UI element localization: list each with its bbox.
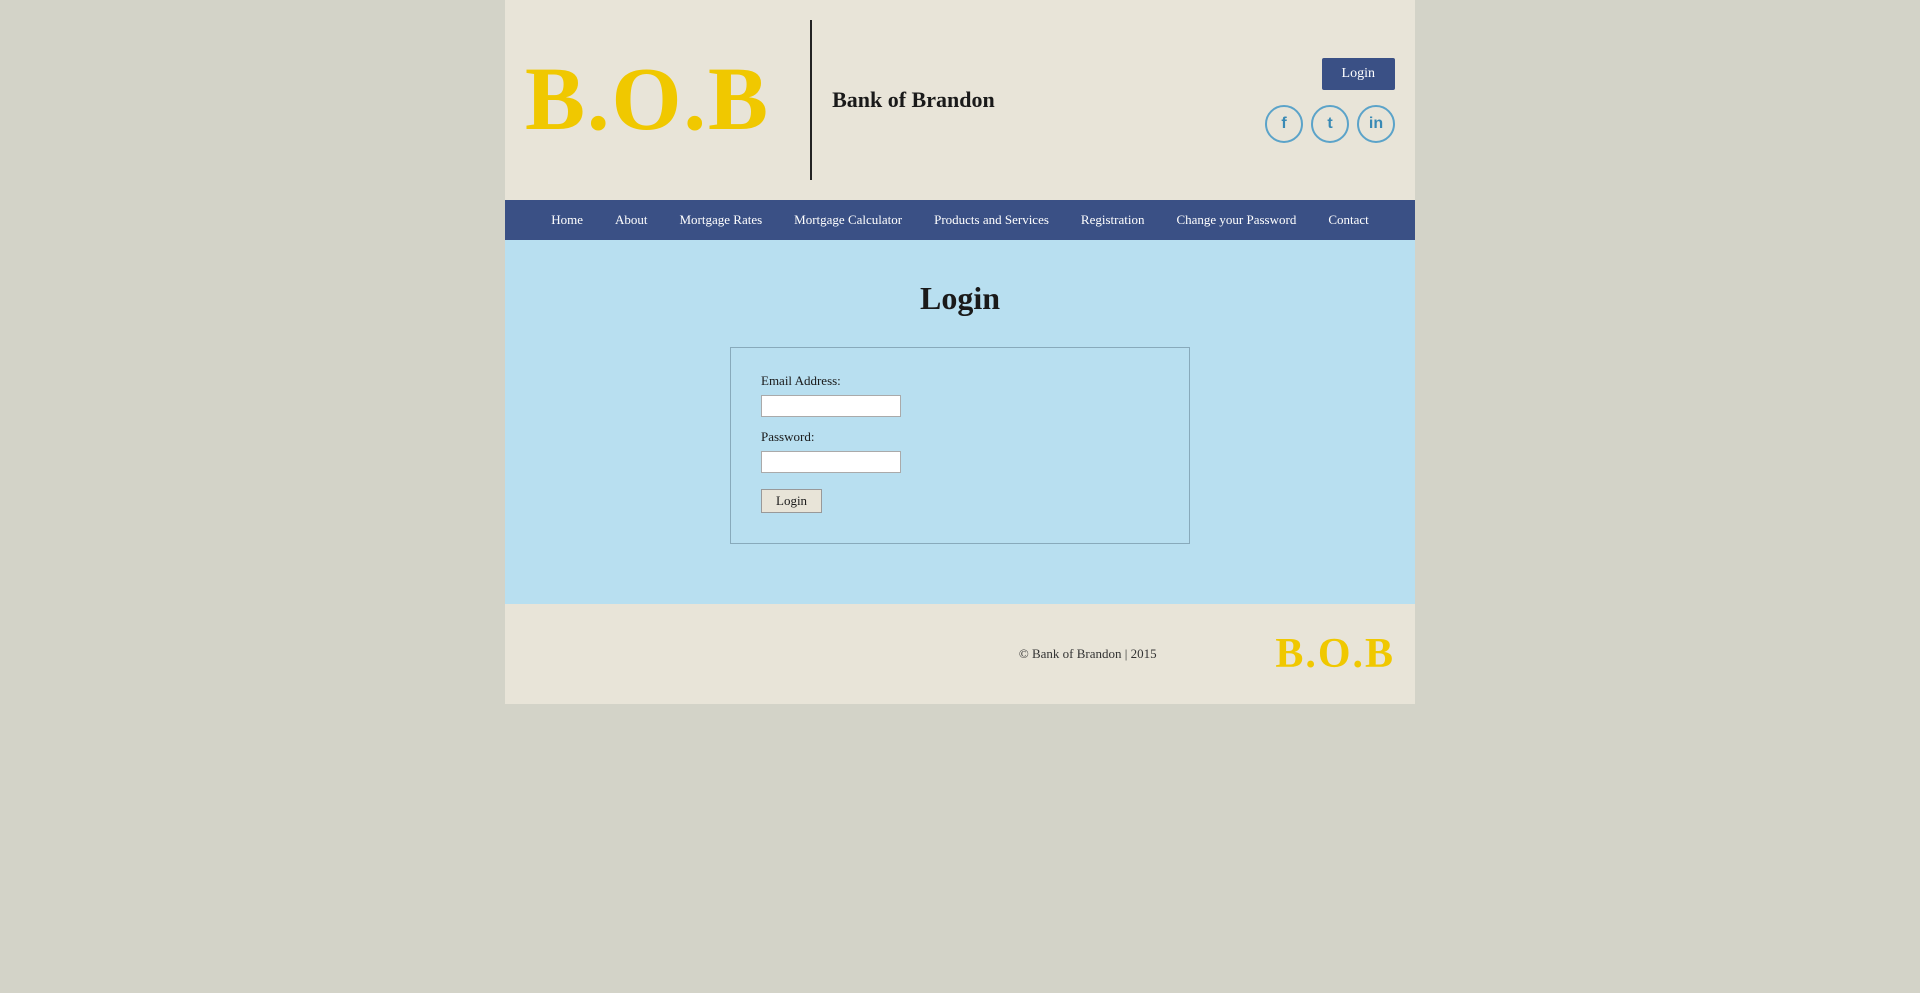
nav-mortgage-rates[interactable]: Mortgage Rates: [663, 200, 778, 240]
email-input[interactable]: [761, 395, 901, 417]
password-input[interactable]: [761, 451, 901, 473]
nav-change-password[interactable]: Change your Password: [1160, 200, 1312, 240]
password-label: Password:: [761, 429, 1159, 445]
header-left: B.O.B Bank of Brandon: [525, 20, 995, 180]
twitter-icon[interactable]: t: [1311, 105, 1349, 143]
navbar: Home About Mortgage Rates Mortgage Calcu…: [505, 200, 1415, 240]
nav-mortgage-calculator[interactable]: Mortgage Calculator: [778, 200, 918, 240]
page-title: Login: [525, 280, 1395, 317]
nav-contact[interactable]: Contact: [1312, 200, 1384, 240]
footer: © Bank of Brandon | 2015 B.O.B: [505, 604, 1415, 704]
bank-name: Bank of Brandon: [832, 87, 995, 113]
nav-registration[interactable]: Registration: [1065, 200, 1161, 240]
email-section: Email Address:: [761, 373, 1159, 417]
main-content: Login Email Address: Password: Login: [505, 240, 1415, 604]
password-section: Password:: [761, 429, 1159, 473]
footer-logo: B.O.B: [1275, 630, 1395, 678]
nav-home[interactable]: Home: [535, 200, 599, 240]
header: B.O.B Bank of Brandon Login f t in: [505, 0, 1415, 200]
email-label: Email Address:: [761, 373, 1159, 389]
login-button[interactable]: Login: [1322, 58, 1395, 90]
nav-products-services[interactable]: Products and Services: [918, 200, 1065, 240]
social-icons: f t in: [1265, 105, 1395, 143]
login-form-container: Email Address: Password: Login: [730, 347, 1190, 544]
nav-about[interactable]: About: [599, 200, 664, 240]
header-right: Login f t in: [1265, 58, 1395, 143]
header-divider: [810, 20, 812, 180]
facebook-icon[interactable]: f: [1265, 105, 1303, 143]
footer-copyright: © Bank of Brandon | 2015: [900, 646, 1275, 662]
header-logo: B.O.B: [525, 55, 790, 145]
linkedin-icon[interactable]: in: [1357, 105, 1395, 143]
form-submit-button[interactable]: Login: [761, 489, 822, 513]
